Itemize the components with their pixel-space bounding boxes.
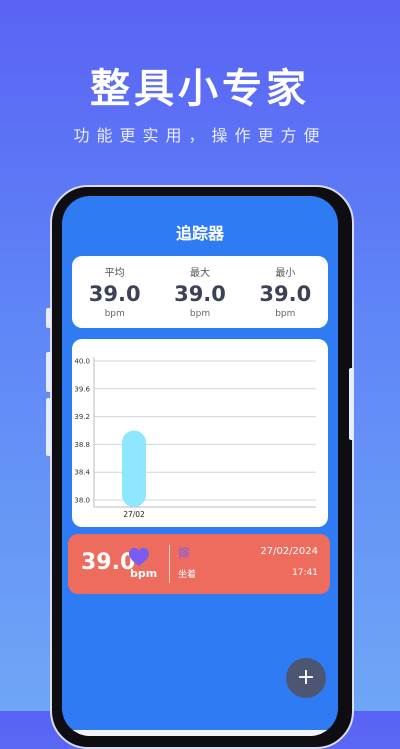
stat-value: 39.0 bbox=[88, 282, 141, 306]
stat-value: 39.0 bbox=[174, 282, 226, 306]
record-mood: 嫁 bbox=[178, 546, 191, 560]
record-posture: 坐着 bbox=[178, 570, 197, 580]
stat-max: 最大 39.0 bpm bbox=[157, 256, 242, 328]
record-divider bbox=[169, 545, 170, 583]
stat-value: 39.0 bbox=[259, 282, 312, 306]
x-tick-label: 27/02 bbox=[123, 510, 145, 519]
chart-card: 40.0 39.6 39.2 38.8 38.4 38.0 27/02 bbox=[72, 339, 328, 527]
record-unit: bpm bbox=[130, 567, 158, 580]
stat-label: 最小 bbox=[275, 268, 296, 279]
phone-side-button bbox=[46, 398, 51, 456]
record-time: 17:41 bbox=[292, 568, 318, 578]
y-tick-label: 40.0 bbox=[74, 358, 90, 366]
y-tick-label: 39.2 bbox=[74, 413, 90, 421]
stats-card: 平均 39.0 bpm 最大 39.0 bpm 最小 39.0 bpm bbox=[72, 256, 328, 328]
stat-label: 平均 bbox=[104, 268, 125, 279]
phone-side-button bbox=[46, 352, 51, 392]
add-record-button[interactable]: + bbox=[286, 658, 326, 698]
stat-unit: bpm bbox=[275, 309, 296, 319]
app-title: 追踪器 bbox=[175, 224, 224, 243]
y-tick-label: 38.0 bbox=[74, 497, 90, 505]
stat-average: 平均 39.0 bpm bbox=[72, 256, 157, 328]
record-date: 27/02/2024 bbox=[260, 546, 318, 557]
chart-bar bbox=[122, 430, 146, 507]
stat-unit: bpm bbox=[189, 309, 211, 319]
phone-side-button bbox=[349, 368, 354, 440]
y-tick-label: 38.8 bbox=[74, 441, 90, 449]
stat-unit: bpm bbox=[104, 309, 125, 319]
phone-side-button bbox=[46, 308, 51, 328]
bar-chart: 40.0 39.6 39.2 38.8 38.4 38.0 27/02 bbox=[74, 357, 316, 519]
promo-subtitle: 功能更实用，操作更方便 bbox=[73, 126, 327, 145]
promo-title: 整具小专家 bbox=[90, 66, 310, 112]
stat-label: 最大 bbox=[189, 268, 210, 279]
y-tick-label: 38.4 bbox=[74, 469, 90, 477]
stat-min: 最小 39.0 bpm bbox=[243, 256, 328, 328]
record-card[interactable]: 39.0 bpm 嫁 坐着 27/02/2024 17:41 bbox=[68, 534, 330, 594]
app-screen: 追踪器 平均 39.0 bpm 最大 39.0 bpm 最小 39.0 bpm … bbox=[62, 196, 338, 736]
y-tick-label: 39.6 bbox=[74, 385, 90, 393]
bottom-sheet-edge bbox=[62, 730, 338, 736]
